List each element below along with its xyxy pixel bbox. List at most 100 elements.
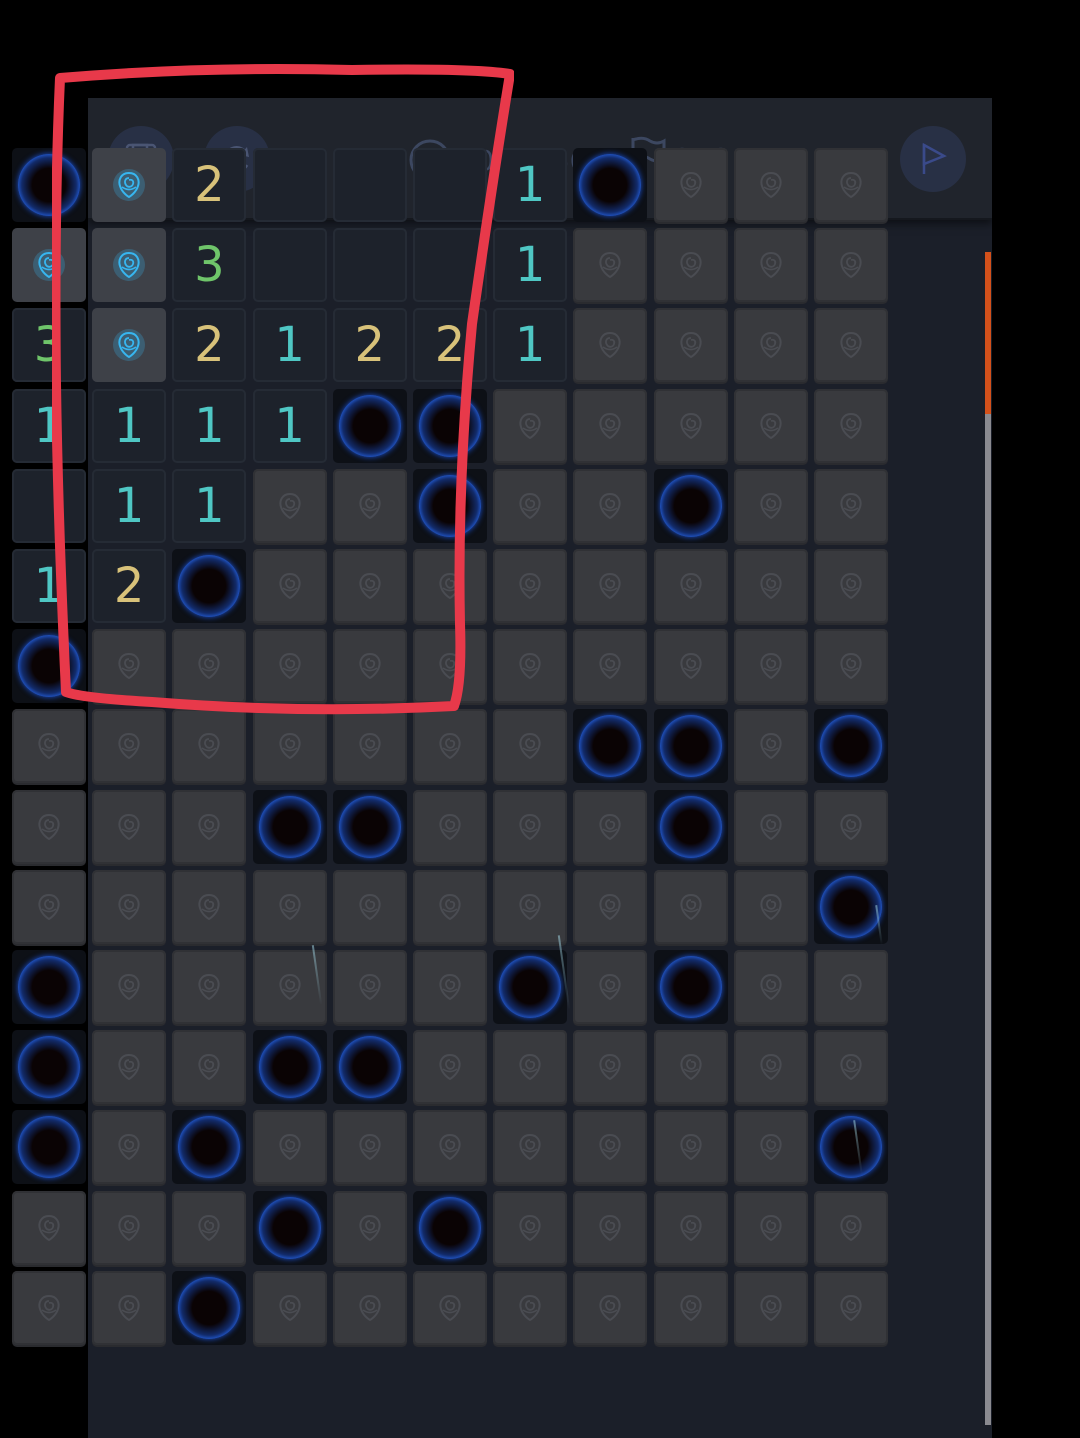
mine-cell[interactable] [332, 1030, 407, 1105]
covered-cell[interactable] [493, 468, 568, 543]
covered-cell[interactable] [92, 1270, 167, 1345]
covered-cell[interactable] [733, 869, 808, 944]
mine-cell[interactable] [413, 388, 487, 463]
number-cell[interactable]: 1 [92, 388, 167, 463]
number-cell[interactable]: 2 [332, 308, 407, 383]
covered-cell[interactable] [493, 789, 568, 864]
covered-cell[interactable] [332, 1190, 407, 1265]
covered-cell[interactable] [172, 1030, 247, 1105]
mine-cell[interactable] [814, 709, 888, 784]
covered-cell[interactable] [12, 709, 86, 784]
rose-cell[interactable] [92, 228, 167, 303]
empty-cell[interactable] [332, 148, 407, 222]
covered-cell[interactable] [332, 468, 407, 543]
number-cell[interactable]: 1 [172, 388, 247, 463]
covered-cell[interactable] [413, 1110, 487, 1185]
mine-cell[interactable] [332, 789, 407, 864]
mine-cell[interactable] [653, 709, 728, 784]
covered-cell[interactable] [92, 1030, 167, 1105]
covered-cell[interactable] [493, 869, 568, 944]
mine-cell[interactable] [252, 1030, 327, 1105]
number-cell[interactable]: 1 [252, 308, 327, 383]
number-cell[interactable]: 1 [493, 148, 568, 222]
empty-cell[interactable] [12, 468, 86, 543]
number-cell[interactable]: 1 [493, 228, 568, 303]
covered-cell[interactable] [814, 629, 888, 704]
covered-cell[interactable] [12, 1270, 86, 1345]
covered-cell[interactable] [814, 148, 888, 222]
mine-cell[interactable] [172, 1110, 247, 1185]
covered-cell[interactable] [172, 950, 247, 1024]
covered-cell[interactable] [92, 709, 167, 784]
covered-cell[interactable] [573, 1110, 648, 1185]
mine-cell[interactable] [252, 789, 327, 864]
covered-cell[interactable] [413, 709, 487, 784]
covered-cell[interactable] [252, 709, 327, 784]
mine-cell[interactable] [12, 148, 86, 222]
mine-cell[interactable] [573, 148, 648, 222]
covered-cell[interactable] [653, 1190, 728, 1265]
covered-cell[interactable] [92, 950, 167, 1024]
covered-cell[interactable] [172, 629, 247, 704]
covered-cell[interactable] [172, 869, 247, 944]
covered-cell[interactable] [92, 869, 167, 944]
covered-cell[interactable] [733, 709, 808, 784]
mine-cell[interactable] [172, 549, 247, 623]
covered-cell[interactable] [332, 869, 407, 944]
covered-cell[interactable] [653, 549, 728, 623]
covered-cell[interactable] [733, 468, 808, 543]
covered-cell[interactable] [733, 1190, 808, 1265]
mine-cell[interactable] [172, 1270, 247, 1345]
number-cell[interactable]: 1 [493, 308, 568, 383]
mine-cell[interactable] [12, 950, 86, 1024]
mine-cell[interactable] [332, 388, 407, 463]
covered-cell[interactable] [92, 1190, 167, 1265]
covered-cell[interactable] [733, 1110, 808, 1185]
covered-cell[interactable] [413, 1030, 487, 1105]
covered-cell[interactable] [332, 1270, 407, 1345]
covered-cell[interactable] [653, 1030, 728, 1105]
covered-cell[interactable] [413, 869, 487, 944]
covered-cell[interactable] [413, 1270, 487, 1345]
covered-cell[interactable] [413, 629, 487, 704]
covered-cell[interactable] [332, 549, 407, 623]
covered-cell[interactable] [814, 549, 888, 623]
covered-cell[interactable] [814, 308, 888, 383]
covered-cell[interactable] [172, 789, 247, 864]
covered-cell[interactable] [252, 629, 327, 704]
covered-cell[interactable] [493, 388, 568, 463]
scrollbar-thumb[interactable] [985, 252, 991, 414]
covered-cell[interactable] [653, 869, 728, 944]
covered-cell[interactable] [332, 1110, 407, 1185]
covered-cell[interactable] [653, 1270, 728, 1345]
covered-cell[interactable] [733, 1030, 808, 1105]
covered-cell[interactable] [573, 388, 648, 463]
covered-cell[interactable] [493, 629, 568, 704]
mine-cell[interactable] [653, 789, 728, 864]
covered-cell[interactable] [573, 1270, 648, 1345]
covered-cell[interactable] [413, 950, 487, 1024]
rose-cell[interactable] [12, 228, 86, 303]
covered-cell[interactable] [493, 709, 568, 784]
empty-cell[interactable] [413, 228, 487, 303]
covered-cell[interactable] [733, 629, 808, 704]
covered-cell[interactable] [733, 950, 808, 1024]
mine-cell[interactable] [12, 1110, 86, 1185]
covered-cell[interactable] [252, 549, 327, 623]
covered-cell[interactable] [814, 789, 888, 864]
covered-cell[interactable] [92, 1110, 167, 1185]
number-cell[interactable]: 1 [12, 549, 86, 623]
covered-cell[interactable] [733, 388, 808, 463]
covered-cell[interactable] [12, 1190, 86, 1265]
covered-cell[interactable] [733, 228, 808, 303]
covered-cell[interactable] [12, 789, 86, 864]
covered-cell[interactable] [814, 468, 888, 543]
covered-cell[interactable] [733, 308, 808, 383]
covered-cell[interactable] [653, 308, 728, 383]
covered-cell[interactable] [573, 629, 648, 704]
covered-cell[interactable] [252, 869, 327, 944]
covered-cell[interactable] [92, 629, 167, 704]
covered-cell[interactable] [653, 629, 728, 704]
covered-cell[interactable] [573, 228, 648, 303]
covered-cell[interactable] [573, 1030, 648, 1105]
